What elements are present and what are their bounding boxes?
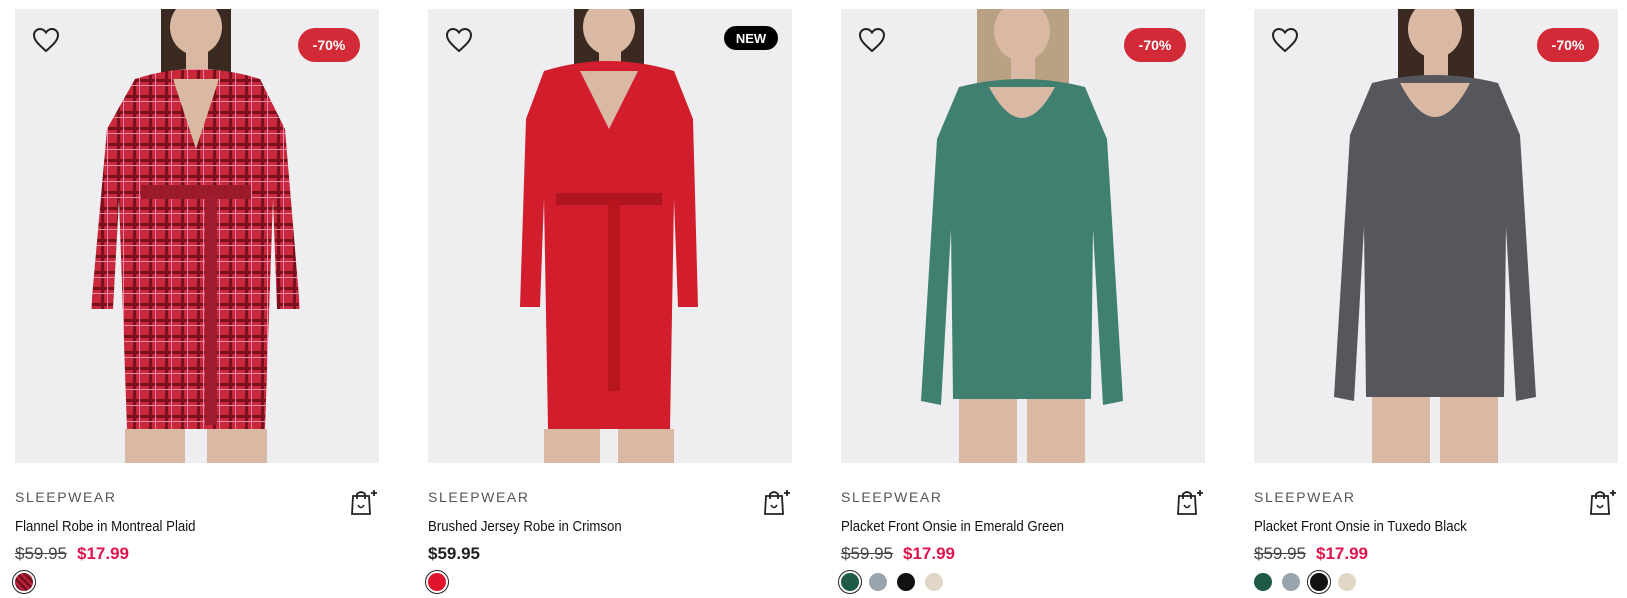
color-swatches <box>12 570 36 594</box>
heart-outline-icon[interactable] <box>32 27 60 53</box>
product-price: $59.95 $17.99 <box>841 544 955 564</box>
product-photo[interactable] <box>1254 9 1618 463</box>
new-badge: NEW <box>724 26 778 50</box>
discount-badge: -70% <box>298 28 360 62</box>
product-category: SLEEPWEAR <box>15 489 117 505</box>
product-grid: -70% SLEEPWEAR Flannel Robe in Montreal … <box>0 0 1627 598</box>
discount-badge: -70% <box>1124 28 1186 62</box>
swatch-grey-blue[interactable] <box>1282 573 1300 591</box>
swatch-black[interactable] <box>897 573 915 591</box>
product-price: $59.95 $17.99 <box>15 544 129 564</box>
color-swatches <box>1254 570 1356 594</box>
product-card: -70% SLEEPWEAR Placket Front Onsie in Em… <box>838 9 1205 594</box>
sale-price: $17.99 <box>1316 544 1368 563</box>
swatch-plaid[interactable] <box>12 570 36 594</box>
color-swatches <box>838 570 943 594</box>
product-title[interactable]: Placket Front Onsie in Emerald Green <box>841 518 1064 535</box>
heart-outline-icon[interactable] <box>1271 27 1299 53</box>
swatch-crimson[interactable] <box>425 570 449 594</box>
swatch-oatmeal[interactable] <box>925 573 943 591</box>
product-image[interactable]: NEW <box>428 9 792 463</box>
shopping-bag-plus-icon[interactable] <box>349 487 379 517</box>
swatch-oatmeal[interactable] <box>1338 573 1356 591</box>
swatch-grey-blue[interactable] <box>869 573 887 591</box>
swatch-emerald[interactable] <box>1254 573 1272 591</box>
product-card: -70% SLEEPWEAR Flannel Robe in Montreal … <box>12 9 379 594</box>
product-category: SLEEPWEAR <box>1254 489 1356 505</box>
product-price: $59.95 <box>428 544 480 564</box>
product-title[interactable]: Placket Front Onsie in Tuxedo Black <box>1254 518 1467 535</box>
product-image[interactable]: -70% <box>15 9 379 463</box>
product-photo[interactable] <box>428 9 792 463</box>
sale-price: $17.99 <box>903 544 955 563</box>
product-category: SLEEPWEAR <box>841 489 943 505</box>
original-price: $59.95 <box>1254 544 1306 563</box>
swatch-black[interactable] <box>1307 570 1331 594</box>
product-card: NEW SLEEPWEAR Brushed Jersey Robe in Cri… <box>425 9 792 594</box>
shopping-bag-plus-icon[interactable] <box>1175 487 1205 517</box>
discount-badge: -70% <box>1537 28 1599 62</box>
regular-price: $59.95 <box>428 544 480 563</box>
product-category: SLEEPWEAR <box>428 489 530 505</box>
original-price: $59.95 <box>841 544 893 563</box>
product-price: $59.95 $17.99 <box>1254 544 1368 564</box>
product-image[interactable]: -70% <box>841 9 1205 463</box>
product-title[interactable]: Brushed Jersey Robe in Crimson <box>428 518 622 535</box>
product-title[interactable]: Flannel Robe in Montreal Plaid <box>15 518 196 535</box>
swatch-emerald[interactable] <box>838 570 862 594</box>
sale-price: $17.99 <box>77 544 129 563</box>
product-card: -70% SLEEPWEAR Placket Front Onsie in Tu… <box>1254 9 1618 594</box>
heart-outline-icon[interactable] <box>858 27 886 53</box>
color-swatches <box>425 570 449 594</box>
heart-outline-icon[interactable] <box>445 27 473 53</box>
original-price: $59.95 <box>15 544 67 563</box>
product-photo[interactable] <box>841 9 1205 463</box>
product-photo[interactable] <box>15 9 379 463</box>
shopping-bag-plus-icon[interactable] <box>1588 487 1618 517</box>
product-image[interactable]: -70% <box>1254 9 1618 463</box>
shopping-bag-plus-icon[interactable] <box>762 487 792 517</box>
